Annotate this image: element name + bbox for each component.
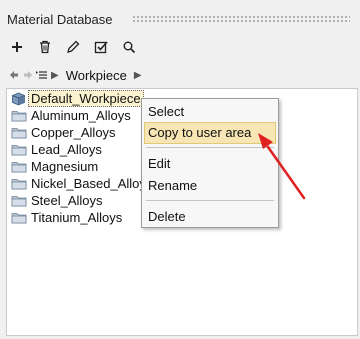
tree-item-label: Magnesium: [31, 159, 99, 174]
tree-item-label: Steel_Alloys: [31, 193, 103, 208]
arrow-left-icon: [9, 71, 18, 79]
tree-item-label: Titanium_Alloys: [31, 210, 123, 225]
delete-button[interactable]: [36, 38, 54, 56]
folder-icon: [11, 211, 27, 225]
checkbox-icon: [94, 41, 108, 54]
tree-item[interactable]: Default_Workpiece: [11, 90, 144, 107]
chevron-right-icon[interactable]: ▶: [134, 70, 142, 81]
search-icon: [123, 41, 136, 54]
context-menu: Select Copy to user area Edit Rename Del…: [141, 98, 279, 228]
menu-item-copy-to-user-area[interactable]: Copy to user area: [144, 122, 276, 144]
folder-icon: [11, 126, 27, 140]
folder-icon: [11, 194, 27, 208]
panel-drag-handle[interactable]: [132, 15, 350, 24]
tree-item[interactable]: Titanium_Alloys: [11, 209, 122, 226]
plus-icon: [12, 42, 22, 52]
menu-item-delete[interactable]: Delete: [144, 206, 276, 228]
pencil-icon: [67, 40, 80, 53]
menu-separator: [146, 200, 274, 201]
edit-button[interactable]: [64, 38, 82, 56]
menu-separator: [146, 147, 274, 148]
toolbar: [8, 38, 138, 58]
list-icon: [36, 71, 47, 79]
tree-item[interactable]: Copper_Alloys: [11, 124, 116, 141]
tree-item-label: Copper_Alloys: [31, 125, 116, 140]
forward-button[interactable]: [22, 68, 33, 82]
breadcrumb: ▶ Workpiece ▶: [8, 66, 143, 84]
menu-item-select[interactable]: Select: [144, 101, 276, 123]
tree-item-label: Aluminum_Alloys: [31, 108, 131, 123]
chevron-right-icon: ▶: [51, 69, 59, 81]
folder-icon: [11, 160, 27, 174]
tree-item-label: Lead_Alloys: [31, 142, 102, 157]
trash-icon: [40, 40, 50, 54]
back-button[interactable]: [8, 68, 19, 82]
panel-header: Material Database: [0, 0, 360, 36]
history-button[interactable]: [36, 68, 47, 82]
breadcrumb-item-workpiece[interactable]: Workpiece: [66, 68, 127, 83]
check-button[interactable]: [92, 38, 110, 56]
tree-item[interactable]: Steel_Alloys: [11, 192, 103, 209]
menu-item-edit[interactable]: Edit: [144, 153, 276, 175]
search-button[interactable]: [120, 38, 138, 56]
tree-item[interactable]: Aluminum_Alloys: [11, 107, 131, 124]
tree-item[interactable]: Magnesium: [11, 158, 98, 175]
folder-icon: [11, 143, 27, 157]
panel-title: Material Database: [7, 12, 113, 27]
tree-item[interactable]: Nickel_Based_Alloys: [11, 175, 152, 192]
arrow-right-icon: [23, 71, 32, 79]
folder-icon: [11, 109, 27, 123]
folder-icon: [11, 177, 27, 191]
menu-item-rename[interactable]: Rename: [144, 175, 276, 197]
material-cube-icon: [11, 92, 27, 106]
tree-item-label: Default_Workpiece: [28, 90, 144, 107]
tree-item-label: Nickel_Based_Alloys: [31, 176, 153, 191]
tree-item[interactable]: Lead_Alloys: [11, 141, 102, 158]
add-button[interactable]: [8, 38, 26, 56]
